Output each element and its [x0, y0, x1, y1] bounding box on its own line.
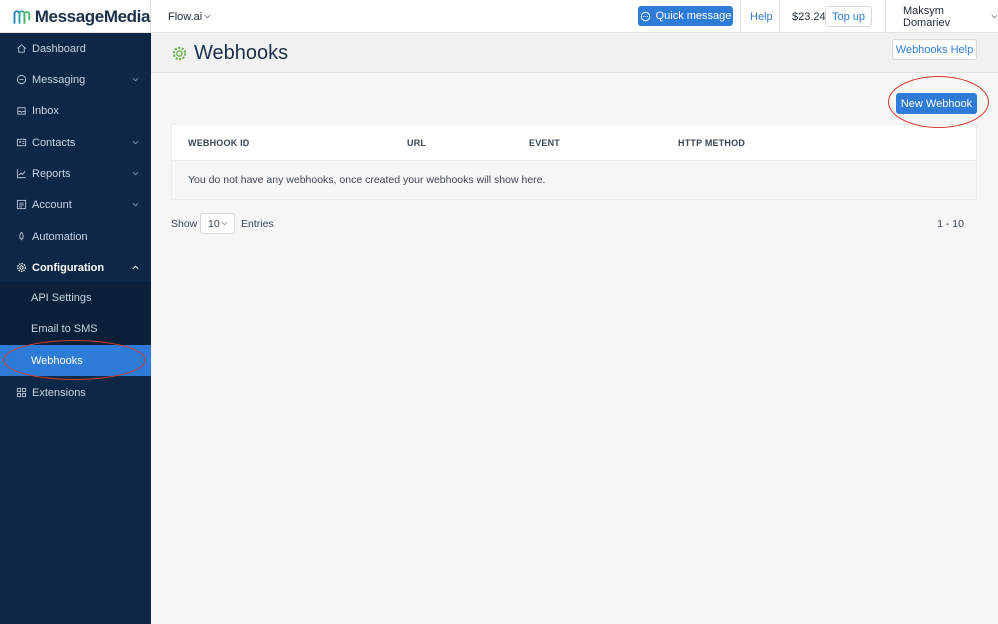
- column-header-event[interactable]: EVENT: [529, 125, 560, 161]
- webhooks-table: WEBHOOK ID URL EVENT HTTP METHOD You do …: [171, 124, 977, 200]
- show-label: Show: [171, 218, 198, 230]
- chevron-down-icon: [132, 202, 139, 207]
- chat-bubble-icon: [640, 11, 650, 21]
- brand[interactable]: MessageMedia: [0, 0, 151, 33]
- inbox-icon: [16, 105, 27, 116]
- column-header-webhook-id[interactable]: WEBHOOK ID: [188, 125, 250, 161]
- configuration-submenu: API Settings Email to SMS Webhooks: [0, 282, 151, 376]
- sidebar-item-label: Dashboard: [32, 42, 86, 55]
- sidebar-item-label: Contacts: [32, 136, 76, 149]
- grid-icon: [16, 387, 27, 398]
- sidebar-item-label: Extensions: [32, 386, 86, 399]
- quick-message-button[interactable]: Quick message: [638, 6, 733, 26]
- sidebar-item-reports[interactable]: Reports: [0, 158, 151, 189]
- page-title-group: Webhooks: [171, 33, 288, 73]
- account-icon: [16, 199, 27, 210]
- sidebar-item-messaging[interactable]: Messaging: [0, 64, 151, 95]
- brand-name: MessageMedia: [34, 6, 151, 26]
- chevron-down-icon: [132, 140, 139, 145]
- quick-message-label: Quick message: [655, 10, 732, 22]
- divider: [779, 0, 780, 33]
- line-chart-icon: [16, 168, 27, 179]
- chevron-down-icon: [221, 221, 228, 226]
- top-bar: MessageMedia Flow.ai Quick message Help …: [0, 0, 998, 33]
- top-up-button[interactable]: Top up: [825, 6, 872, 27]
- sidebar-item-account[interactable]: Account: [0, 189, 151, 220]
- webhooks-help-button[interactable]: Webhooks Help: [892, 39, 977, 60]
- page-size-select[interactable]: 10: [200, 213, 235, 234]
- sidebar: Dashboard Messaging Inbox Contacts Repor…: [0, 33, 151, 624]
- help-link[interactable]: Help: [750, 0, 773, 33]
- entries-label: Entries: [241, 218, 274, 230]
- page-header: Webhooks Webhooks Help: [151, 33, 998, 73]
- rocket-icon: [16, 231, 27, 242]
- user-menu[interactable]: Maksym Domariev: [903, 0, 998, 33]
- chevron-down-icon: [991, 14, 998, 19]
- messagemedia-logo-icon: [13, 9, 31, 24]
- page-size-value: 10: [208, 217, 220, 230]
- sidebar-item-dashboard[interactable]: Dashboard: [0, 33, 151, 64]
- chevron-down-icon: [204, 14, 211, 19]
- column-header-url[interactable]: URL: [407, 125, 426, 161]
- sidebar-item-email-to-sms[interactable]: Email to SMS: [0, 313, 151, 344]
- sidebar-item-label: Automation: [32, 230, 88, 243]
- account-name: Flow.ai: [168, 10, 203, 23]
- sidebar-item-label: Configuration: [32, 261, 105, 274]
- table-empty-message: You do not have any webhooks, once creat…: [172, 161, 976, 199]
- contact-card-icon: [16, 137, 27, 148]
- home-icon: [16, 43, 27, 54]
- sidebar-item-api-settings[interactable]: API Settings: [0, 282, 151, 313]
- pagination-range: 1 - 10: [937, 218, 964, 230]
- sidebar-item-label: Reports: [32, 167, 71, 180]
- sidebar-item-webhooks[interactable]: Webhooks: [0, 345, 151, 376]
- page-title: Webhooks: [194, 41, 289, 64]
- chevron-up-icon: [132, 265, 139, 270]
- sidebar-item-label: Account: [32, 198, 72, 211]
- new-webhook-button[interactable]: New Webhook: [896, 93, 977, 114]
- sidebar-item-label: Messaging: [32, 73, 86, 86]
- sidebar-item-label: Inbox: [32, 104, 59, 117]
- chevron-down-icon: [132, 171, 139, 176]
- divider: [885, 0, 886, 33]
- sidebar-item-inbox[interactable]: Inbox: [0, 95, 151, 126]
- sidebar-item-automation[interactable]: Automation: [0, 221, 151, 252]
- column-header-http-method[interactable]: HTTP METHOD: [678, 125, 745, 161]
- sidebar-item-configuration[interactable]: Configuration: [0, 252, 151, 283]
- user-name: Maksym Domariev: [903, 4, 951, 29]
- chevron-down-icon: [132, 77, 139, 82]
- chat-bubble-icon: [16, 74, 27, 85]
- divider: [740, 0, 741, 33]
- sidebar-item-extensions[interactable]: Extensions: [0, 377, 151, 408]
- account-balance: $23.24: [792, 10, 826, 23]
- gear-icon: [16, 262, 27, 273]
- gear-icon: [172, 46, 187, 60]
- sidebar-item-contacts[interactable]: Contacts: [0, 127, 151, 158]
- table-header: WEBHOOK ID URL EVENT HTTP METHOD: [172, 125, 976, 161]
- account-switcher[interactable]: Flow.ai: [168, 0, 211, 33]
